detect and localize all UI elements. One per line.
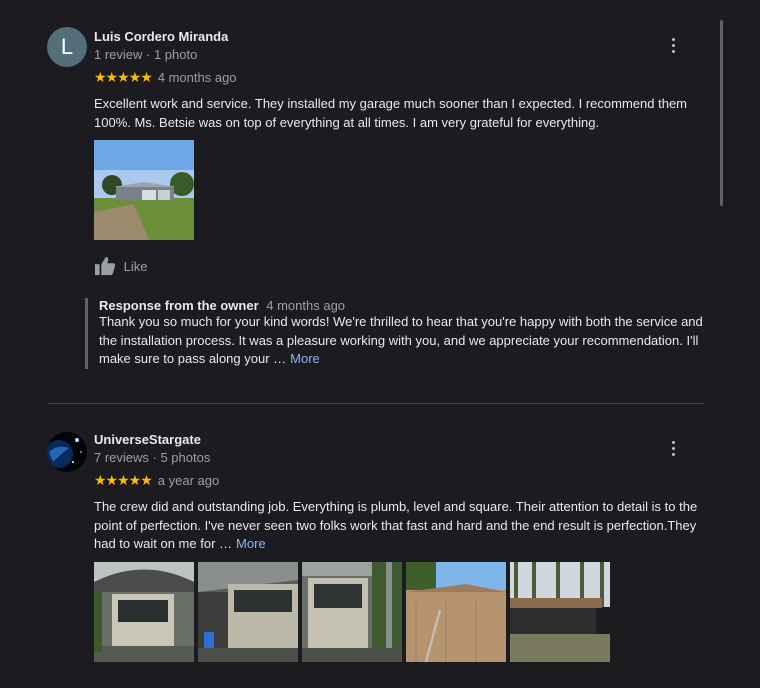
owner-response: Response from the owner 4 months ago Tha… [85,298,719,369]
response-text: Thank you so much for your kind words! W… [99,314,703,366]
reviewer-name[interactable]: UniverseStargate [94,432,201,447]
review-photo[interactable] [94,140,194,240]
planet-avatar-image [47,432,87,472]
review-photo[interactable] [302,562,402,662]
more-options-icon[interactable] [664,438,682,460]
reviewer-meta: 1 review · 1 photo [94,47,198,62]
response-date: 4 months ago [266,298,346,313]
response-title: Response from the owner [99,298,259,313]
response-body: Thank you so much for your kind words! W… [99,313,719,369]
garage-photo-image [94,140,194,240]
review-photo[interactable] [510,562,610,662]
rating-row: ★★★★★ 4 months ago [94,69,237,87]
more-options-icon[interactable] [664,35,682,57]
rating-row: ★★★★★ a year ago [94,472,219,490]
response-header: Response from the owner 4 months ago [99,298,719,313]
barn-side-photo [406,562,506,662]
review-divider [47,403,705,404]
star-rating: ★★★★★ [94,472,153,489]
reviewer-name[interactable]: Luis Cordero Miranda [94,29,228,44]
review-date: a year ago [157,473,220,489]
open-carport-photo [510,562,610,662]
review-photo[interactable] [94,562,194,662]
review-date: 4 months ago [157,70,237,86]
star-rating: ★★★★★ [94,69,153,86]
review-text: Excellent work and service. They install… [94,96,687,130]
like-label: Like [123,258,148,274]
rv-carport-photo-3 [302,562,402,662]
avatar[interactable]: L [47,27,87,67]
review-photo[interactable] [406,562,506,662]
reviewer-meta: 7 reviews · 5 photos [94,450,211,465]
review-photo[interactable] [198,562,298,662]
avatar[interactable] [47,432,87,472]
rv-carport-photo-2 [198,562,298,662]
response-more-link[interactable]: More [290,351,320,366]
review-more-link[interactable]: More [236,536,266,551]
thumbs-up-icon [95,256,116,276]
review-text: The crew did and outstanding job. Everyt… [94,499,698,551]
review-text-block: The crew did and outstanding job. Everyt… [94,498,706,554]
like-button[interactable]: Like [94,256,147,278]
scrollbar[interactable] [720,20,723,206]
rv-carport-photo-1 [94,562,194,662]
